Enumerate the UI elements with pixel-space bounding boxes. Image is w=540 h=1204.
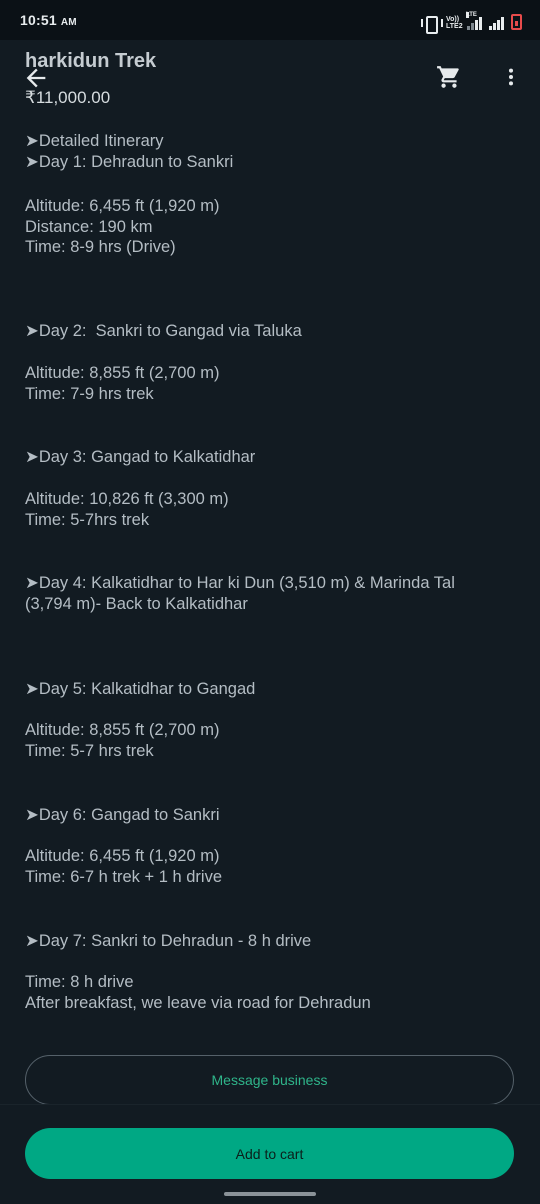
more-vert-icon[interactable] [500, 64, 522, 90]
itinerary-day-details: Altitude: 8,855 ft (2,700 m) Time: 5-7 h… [25, 721, 220, 760]
itinerary-day-details: Time: 8 h drive After breakfast, we leav… [25, 973, 371, 1012]
battery-low-icon [511, 14, 522, 30]
itinerary-day-heading: ➤Day 6: Gangad to Sankri [25, 806, 220, 824]
vibrate-icon [421, 16, 443, 34]
app-bar: harkidun Trek ₹11,000.00 [0, 40, 540, 116]
add-to-cart-button[interactable]: Add to cart [25, 1128, 514, 1179]
signal-strength-icon [489, 16, 504, 30]
itinerary-heading: ➤Detailed Itinerary ➤Day 1: Dehradun to … [25, 132, 234, 171]
itinerary-day-heading: ➤Day 4: Kalkatidhar to Har ki Dun (3,510… [25, 574, 455, 613]
itinerary-day-heading: ➤Day 3: Gangad to Kalkatidhar [25, 448, 256, 466]
product-price: ₹11,000.00 [25, 88, 111, 107]
itinerary-day-heading: ➤Day 7: Sankri to Dehradun - 8 h drive [25, 932, 312, 950]
cart-icon[interactable] [436, 64, 462, 90]
itinerary-day-details: Altitude: 10,826 ft (3,300 m) Time: 5-7h… [25, 490, 229, 529]
volte-icon: Vo)) LTE2 [446, 16, 463, 30]
status-bar: 10:51 AM Vo)) LTE2 LTE [0, 0, 540, 40]
itinerary-day-details: Altitude: 6,455 ft (1,920 m) Time: 6-7 h… [25, 847, 223, 886]
itinerary-day-details: Altitude: 8,855 ft (2,700 m) Time: 7-9 h… [25, 364, 220, 403]
status-time: 10:51 AM [20, 12, 77, 28]
home-indicator[interactable] [224, 1192, 316, 1196]
itinerary-day-heading: ➤Day 5: Kalkatidhar to Gangad [25, 680, 256, 698]
lte-signal-icon: LTE [466, 12, 482, 30]
status-icons: Vo)) LTE2 LTE [421, 12, 522, 34]
message-business-button[interactable]: Message business [25, 1055, 514, 1105]
itinerary-day-heading: ➤Day 2: Sankri to Gangad via Taluka [25, 322, 302, 340]
itinerary-day-details: Altitude: 6,455 ft (1,920 m) Distance: 1… [25, 197, 220, 256]
